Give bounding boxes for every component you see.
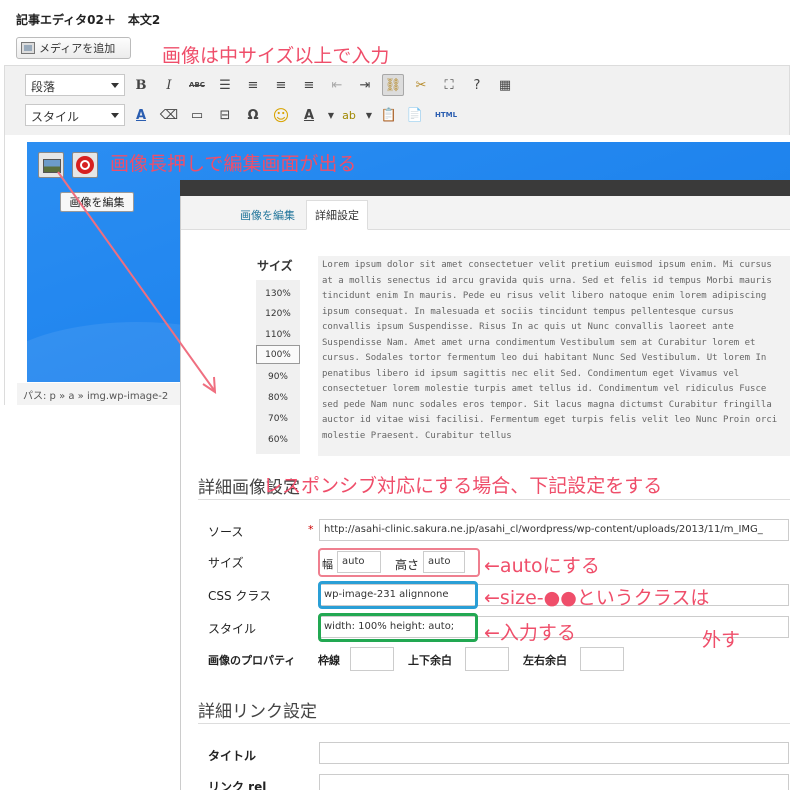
annotation-enter: ←入力する (484, 622, 576, 644)
annotation-auto: ←autoにする (484, 555, 600, 577)
annotation-arrow-layer (57, 171, 217, 394)
annotation-size-class: ←size-●●というクラスは (484, 587, 710, 609)
annotation-responsive: レスポンシブ対応にする場合、下記設定をする (263, 475, 663, 497)
annotation-top: 画像は中サイズ以上で入力 (162, 45, 390, 67)
width-height-highlight (318, 548, 480, 577)
style-highlight (318, 613, 478, 642)
annotation-remove: 外す (702, 629, 741, 651)
annotation-longpress: 画像長押しで編集画面が出る (110, 153, 357, 175)
css-class-highlight (318, 581, 478, 609)
annotation-arrow-line (57, 171, 215, 391)
